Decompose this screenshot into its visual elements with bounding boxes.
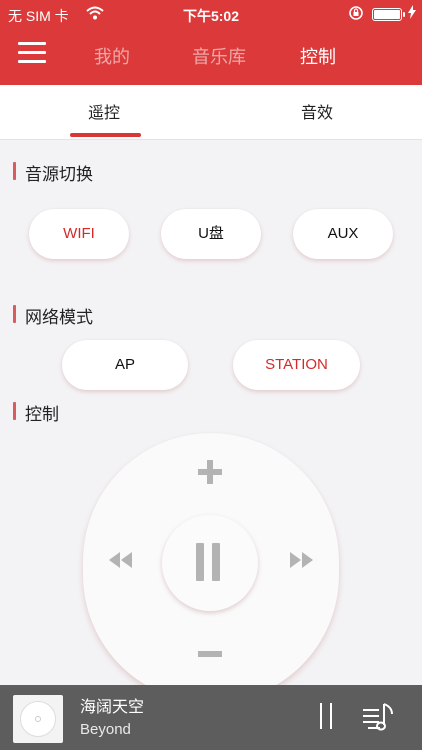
now-playing-bar[interactable] [0,685,422,750]
tab-mine[interactable]: 我的 [94,43,130,69]
playlist-button[interactable] [362,701,396,733]
tab-control[interactable]: 控制 [300,43,336,69]
battery-cap [403,12,405,17]
song-title: 海阔天空 [80,699,145,716]
charging-icon [408,5,416,19]
source-usb-button[interactable]: U盘 [161,209,261,259]
hamburger-icon [18,42,46,45]
status-bar: 无 SIM 卡 下午5:02 [0,0,422,28]
section-title-network: 网络模式 [13,303,93,327]
network-ap-button[interactable]: AP [62,340,188,390]
pause-icon [196,543,204,581]
section-title-control: 控制 [13,400,59,424]
menu-button[interactable] [18,42,46,66]
mini-pause-icon [320,703,322,729]
source-wifi-button[interactable]: WIFI [29,209,129,259]
network-station-button[interactable]: STATION [233,340,360,390]
sub-tab-bar: 遥控 音效 [0,85,422,140]
previous-button[interactable] [108,549,134,571]
play-pause-button[interactable] [162,515,258,611]
song-artist: Beyond [80,721,131,738]
subtab-sound-effects[interactable]: 音效 [301,99,333,123]
source-aux-button[interactable]: AUX [293,209,393,259]
subtab-remote[interactable]: 遥控 [88,99,120,123]
orientation-lock-icon [349,6,363,20]
pause-icon-bar [212,543,220,581]
album-art[interactable] [13,695,63,743]
battery-icon [372,8,402,21]
tab-music-library[interactable]: 音乐库 [192,43,246,69]
next-button[interactable] [288,549,314,571]
active-subtab-indicator [70,133,141,137]
volume-down-button[interactable] [198,651,222,657]
section-title-source: 音源切换 [13,160,93,184]
